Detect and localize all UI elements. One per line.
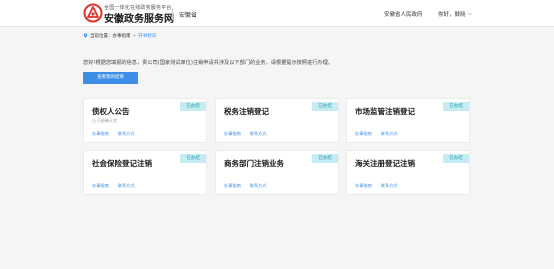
view-results-button[interactable]: 查看我的结果 (83, 72, 138, 84)
card-title: 市场监管注销登记 (355, 107, 415, 116)
card-title: 税务注销登记 (224, 107, 269, 116)
breadcrumb: 当前位置：办事指南 > 开书状况 (83, 33, 156, 39)
service-card-customs[interactable]: 海关注册登记注销 已办结 办事指南 联系方式 (346, 150, 470, 195)
guide-link[interactable]: 办事指南 (92, 131, 109, 136)
guide-link[interactable]: 办事指南 (355, 183, 372, 188)
chevron-down-icon: ⌵ (467, 11, 472, 17)
breadcrumb-item-current: 开书状况 (138, 34, 157, 39)
status-badge: 已办结 (180, 154, 206, 163)
contact-link[interactable]: 联系方式 (118, 131, 135, 136)
status-badge: 已办结 (443, 102, 469, 111)
top-header: 全国一体化在线政务服务平台 安徽政务服务网 安徽省 安徽省人民政府 你好，鼓晓 ⌵ (0, 0, 554, 27)
card-links: 办事指南 联系方式 (224, 183, 276, 189)
location-pin-icon (83, 33, 88, 38)
status-badge: 已办结 (443, 154, 469, 163)
card-links: 办事指南 联系方式 (224, 131, 276, 137)
clock-icon (92, 118, 96, 123)
contact-link[interactable]: 联系方式 (250, 131, 267, 136)
gov-link[interactable]: 安徽省人民政府 (384, 10, 423, 18)
card-status: 已经确认完 (92, 118, 117, 124)
card-title: 商务部门注销业务 (224, 159, 284, 168)
guide-link[interactable]: 办事指南 (92, 183, 109, 188)
user-menu[interactable]: 你好，鼓晓 ⌵ (438, 10, 472, 18)
contact-link[interactable]: 联系方式 (381, 131, 398, 136)
breadcrumb-item-guide[interactable]: 办事指南 (113, 34, 131, 39)
site-name[interactable]: 安徽政务服务网 (104, 10, 174, 25)
breadcrumb-separator: > (132, 34, 137, 39)
header-divider (172, 8, 173, 20)
service-card-market-regulation[interactable]: 市场监管注销登记 已办结 办事指南 联系方式 (346, 98, 470, 143)
guide-link[interactable]: 办事指南 (355, 131, 372, 136)
contact-link[interactable]: 联系方式 (381, 183, 398, 188)
breadcrumb-label: 当前位置： (90, 34, 113, 39)
service-card-social-insurance[interactable]: 社会保险登记注销 已办结 办事指南 联系方式 (83, 150, 207, 195)
user-greeting: 你好，鼓晓 (438, 12, 466, 18)
service-card-creditor-notice[interactable]: 债权人公告 已办结 已经确认完 办事指南 联系方式 (83, 98, 207, 143)
service-card-tax-deregistration[interactable]: 税务注销登记 已办结 办事指南 联系方式 (215, 98, 339, 143)
card-links: 办事指南 联系方式 (355, 131, 407, 137)
guide-link[interactable]: 办事指南 (224, 183, 241, 188)
service-card-commerce[interactable]: 商务部门注销业务 已办结 办事指南 联系方式 (215, 150, 339, 195)
contact-link[interactable]: 联系方式 (250, 183, 267, 188)
card-links: 办事指南 联系方式 (92, 131, 144, 137)
status-badge: 已办结 (312, 102, 338, 111)
info-hint: 您好!根据您填报的信息，贵公司(国家测试单位)注销申请共涉及以下部门的业务，请根… (83, 60, 333, 66)
card-status-text: 已经确认完 (97, 118, 117, 123)
card-title: 海关注册登记注销 (355, 159, 415, 168)
site-logo-icon[interactable] (83, 3, 103, 23)
card-title: 社会保险登记注销 (92, 159, 152, 168)
status-badge: 已办结 (180, 102, 206, 111)
status-badge: 已办结 (312, 154, 338, 163)
card-links: 办事指南 联系方式 (92, 183, 144, 189)
contact-link[interactable]: 联系方式 (118, 183, 135, 188)
province-switch[interactable]: 安徽省 (179, 10, 197, 19)
guide-link[interactable]: 办事指南 (224, 131, 241, 136)
card-links: 办事指南 联系方式 (355, 183, 407, 189)
card-title: 债权人公告 (92, 107, 130, 116)
